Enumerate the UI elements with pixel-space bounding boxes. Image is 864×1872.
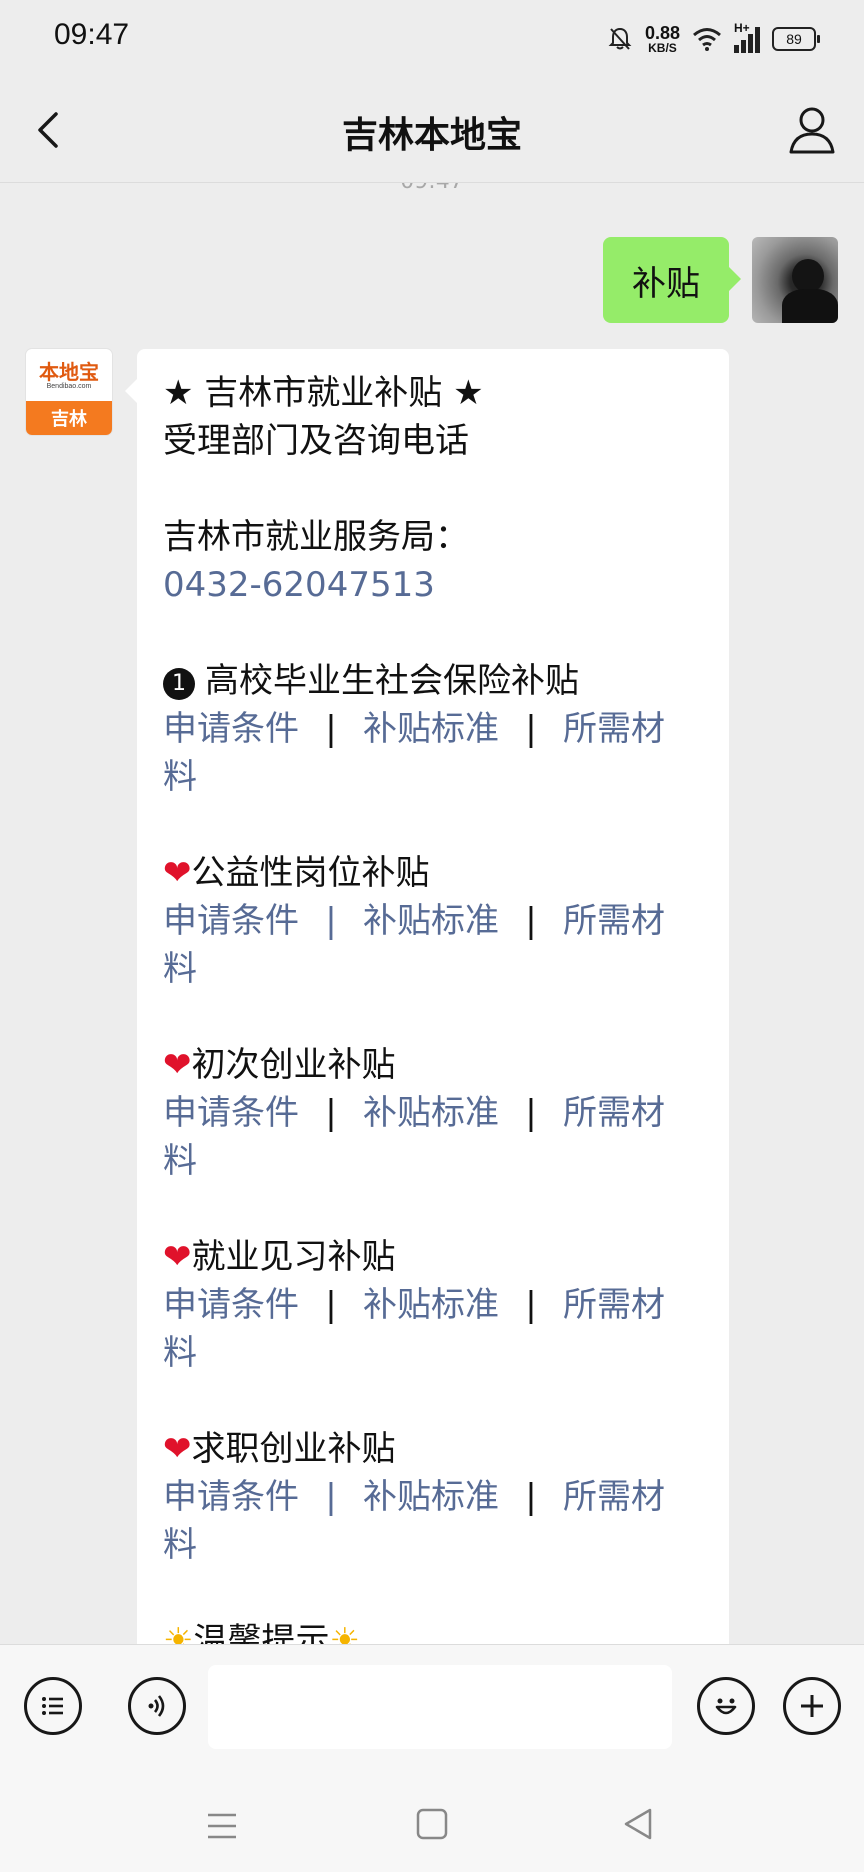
logo-city: 吉林 [26,401,112,435]
separator: | [525,901,537,941]
section-item: 1 高校毕业生社会保险补贴 [163,657,708,705]
section-item: ❤就业见习补贴 [163,1233,708,1281]
separator: | [525,1477,537,1517]
tip-heading: ☀温馨提示☀ [163,1617,708,1645]
standard-link[interactable]: 补贴标准 [363,901,499,941]
heart-icon: ❤ [163,1429,192,1469]
materials-link-cont[interactable]: 料 [163,1329,708,1377]
conditions-link[interactable]: 申请条件 [163,709,299,749]
plus-icon [801,1695,823,1717]
message-timestamp: 09:47 [0,183,864,194]
logo-text: 本地宝 [39,359,99,384]
list-menu-icon [42,1697,63,1715]
battery-level: 89 [786,31,802,47]
recents-button[interactable] [204,1808,240,1844]
materials-link-cont[interactable]: 料 [163,1137,708,1185]
status-time: 09:47 [54,18,130,51]
separator: | [525,1285,537,1325]
office-name: 吉林市就业服务局： [163,517,469,557]
separator: | [525,709,537,749]
section-name: 初次创业补贴 [191,1045,396,1085]
materials-link-cont[interactable]: 料 [163,1521,708,1569]
section-name: 高校毕业生社会保险补贴 [205,661,579,701]
voice-icon [148,1695,165,1717]
heart-icon: ❤ [163,853,192,893]
status-bar: 09:47 0.88 KB/S H+ 89 [0,0,864,78]
received-message-bubble: ★ 吉林市就业补贴 ★ 受理部门及咨询电话 吉林市就业服务局： 0432-620… [125,349,729,1645]
heart-icon: ❤ [163,1045,192,1085]
number-one-icon: 1 [163,668,195,700]
section-name: 就业见习补贴 [191,1237,396,1277]
network-speed: 0.88 KB/S [645,24,680,54]
heart-icon: ❤ [163,1237,192,1277]
materials-link[interactable]: 所需材 [563,1093,665,1133]
home-square-icon [416,1808,448,1840]
bell-muted-icon [608,27,632,50]
bendibao-logo: 本地宝 Bendibao.com [26,349,112,401]
standard-link[interactable]: 补贴标准 [363,1093,499,1133]
materials-link-cont[interactable]: 料 [163,753,708,801]
voice-button[interactable] [128,1677,186,1735]
chat-title: 吉林本地宝 [341,115,522,156]
standard-link[interactable]: 补贴标准 [363,709,499,749]
chat-header: 吉林本地宝 [0,78,864,183]
materials-link-cont[interactable]: 料 [163,945,708,993]
message-subtitle: 受理部门及咨询电话 [163,421,469,461]
separator: | [325,1093,337,1133]
materials-link[interactable]: 所需材 [563,1285,665,1325]
sun-icon: ☀ [329,1621,360,1645]
system-back-button[interactable] [620,1806,656,1842]
status-icons: 0.88 KB/S H+ 89 [607,18,820,60]
phone-link[interactable]: 0432-62047513 [163,561,708,609]
network-type: H+ [734,21,750,35]
separator: | [325,1477,337,1517]
section-item: ❤初次创业补贴 [163,1041,708,1089]
conditions-link[interactable]: 申请条件 [163,901,299,941]
emoji-icon [715,1698,737,1715]
separator: | [325,901,337,941]
conditions-link[interactable]: 申请条件 [163,1093,299,1133]
materials-link[interactable]: 所需材 [563,709,665,749]
materials-link[interactable]: 所需材 [563,901,665,941]
profile-button[interactable] [786,104,838,156]
section-name: 求职创业补贴 [191,1429,396,1469]
separator: | [325,1285,337,1325]
standard-link[interactable]: 补贴标准 [363,1285,499,1325]
home-button[interactable] [414,1806,450,1842]
my-avatar[interactable] [752,237,838,323]
conditions-link[interactable]: 申请条件 [163,1477,299,1517]
message-content: ★ 吉林市就业补贴 ★ 受理部门及咨询电话 吉林市就业服务局： 0432-620… [163,369,708,1645]
message-input[interactable] [208,1665,672,1749]
back-triangle-icon [624,1808,652,1840]
menu-toggle-button[interactable] [24,1677,82,1735]
sun-icon: ☀ [163,1621,194,1645]
tip-text: 温馨提示 [193,1621,330,1645]
section-item: ❤求职创业补贴 [163,1425,708,1473]
separator: | [325,709,337,749]
system-navigation-bar [0,1768,864,1872]
materials-link[interactable]: 所需材 [563,1477,665,1517]
menu-icon [208,1813,236,1839]
message-title: ★ 吉林市就业补贴 ★ [163,373,484,413]
section-item: ❤公益性岗位补贴 [163,849,708,897]
input-bar [0,1644,864,1769]
section-name: 公益性岗位补贴 [191,853,430,893]
battery-icon: 89 [772,27,820,51]
separator: | [525,1093,537,1133]
emoji-button[interactable] [697,1677,755,1735]
sent-message-bubble[interactable]: 补贴 [603,237,741,323]
net-speed-unit: KB/S [648,41,677,55]
bot-avatar[interactable]: 本地宝 Bendibao.com 吉林 [26,349,112,435]
conditions-link[interactable]: 申请条件 [163,1285,299,1325]
chat-area[interactable]: 09:47 补贴 本地宝 Bendibao.com 吉林 ★ 吉林市就业补贴 ★… [0,183,864,1645]
add-button[interactable] [783,1677,841,1735]
net-speed-value: 0.88 [644,23,680,43]
user-icon [789,107,835,154]
wifi-icon [693,28,721,51]
logo-url: Bendibao.com [46,382,92,390]
standard-link[interactable]: 补贴标准 [363,1477,499,1517]
signal-indicator: H+ [734,21,760,53]
